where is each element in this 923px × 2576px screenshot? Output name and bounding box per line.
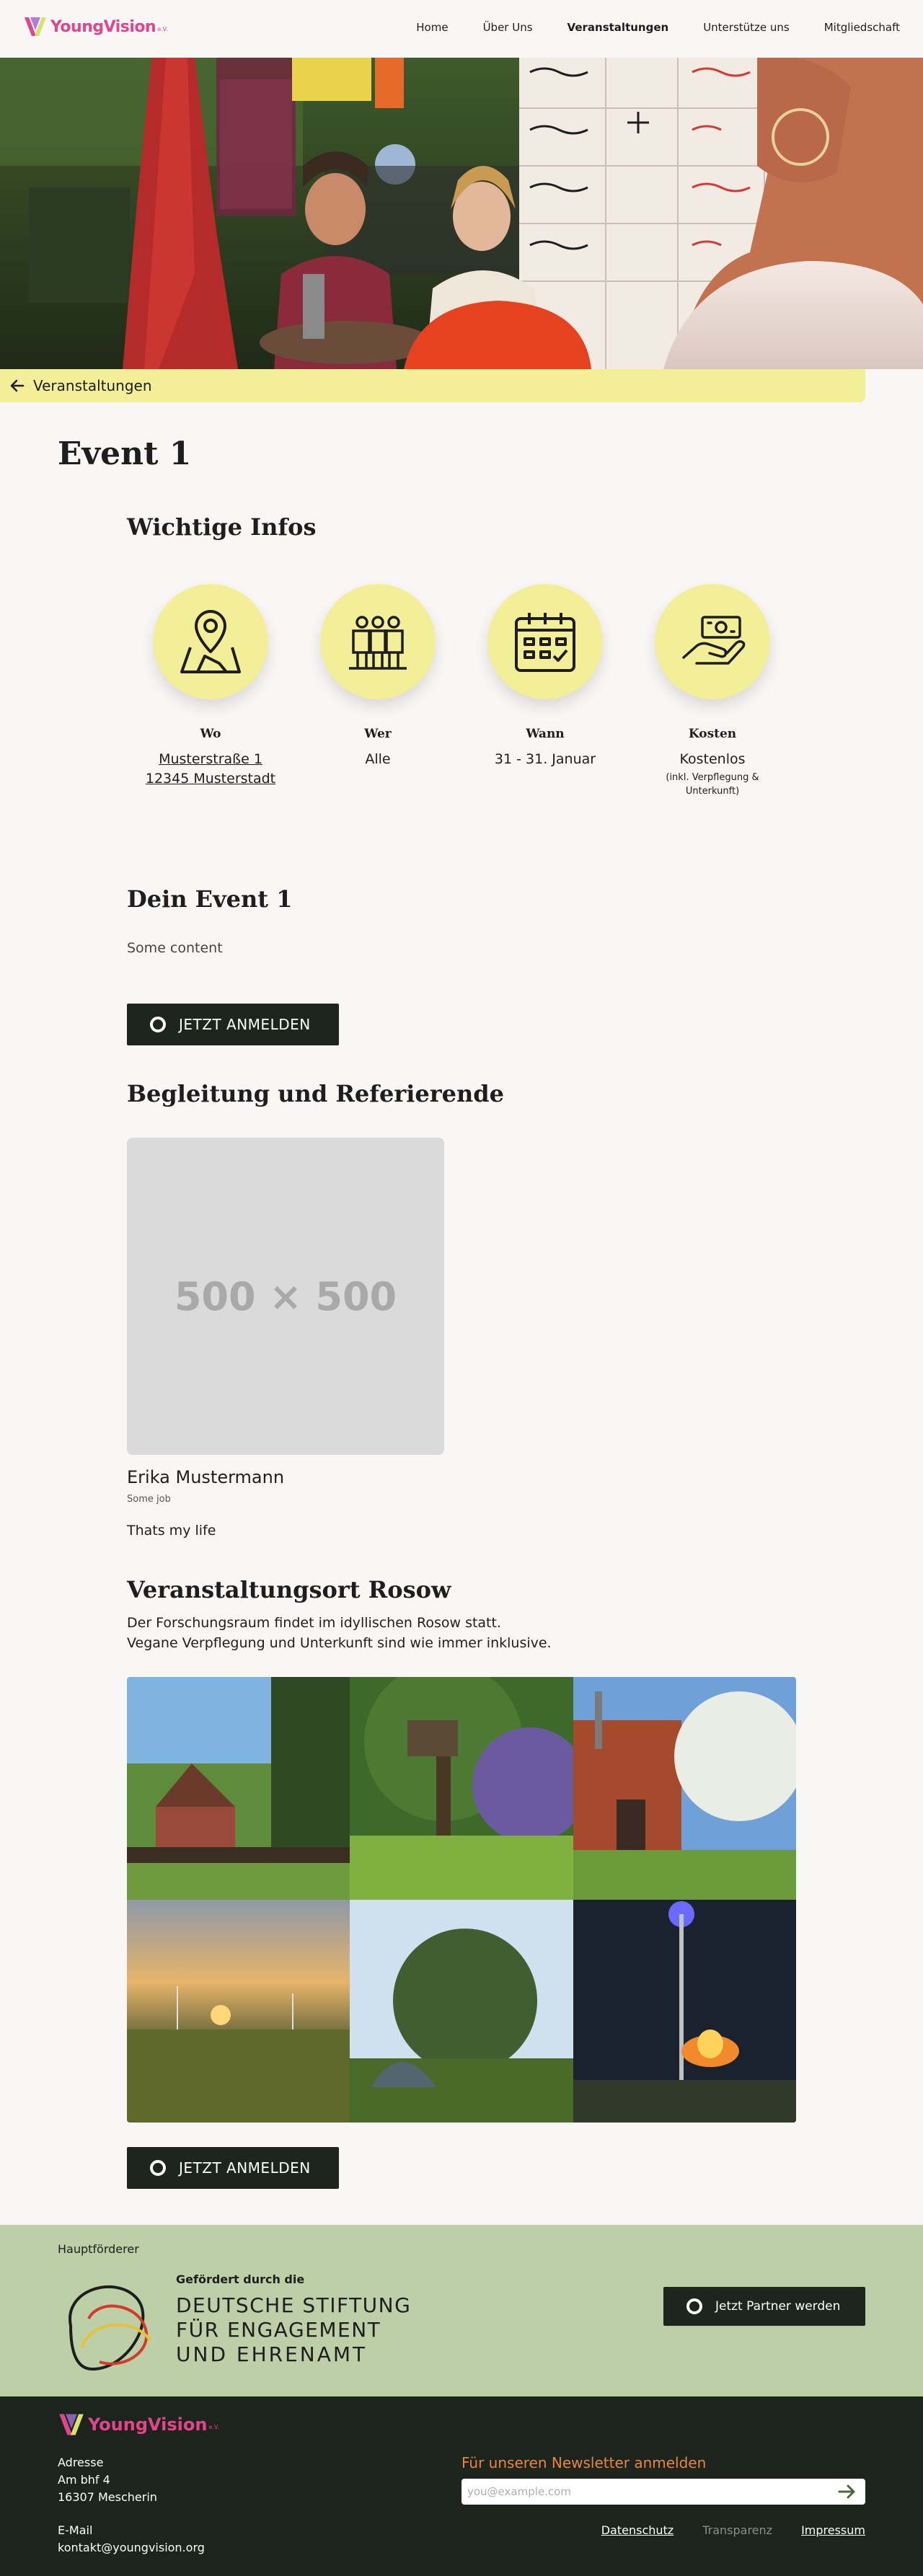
logo-wordmark: YoungVision (50, 17, 156, 36)
address-line-2: 16307 Mescherin (58, 2490, 157, 2504)
register-button-label: JETZT ANMELDEN (179, 2159, 311, 2177)
circle-icon (686, 2298, 702, 2314)
gallery-photo-barn[interactable] (573, 1677, 796, 1900)
site-logo[interactable]: YoungVision e.V. (23, 16, 168, 37)
logo-mark-icon (59, 2414, 84, 2435)
sponsor-name-line-3: UND EHRENAMT (176, 2342, 368, 2366)
person-name: Erika Mustermann (127, 1467, 285, 1487)
logo-suffix: e.V. (208, 2423, 219, 2430)
map-pin-icon (180, 610, 241, 673)
info-circle (655, 584, 770, 699)
info-title: Wann (526, 727, 565, 741)
venue-description-line-1: Der Forschungsraum findet im idyllischen… (127, 1615, 501, 1631)
info-card-when: Wann 31 - 31. Januar (462, 584, 629, 798)
footer-link-transparenz[interactable]: Transparenz (702, 2523, 772, 2537)
event-content: Some content (127, 940, 223, 956)
person-bio: Thats my life (127, 1523, 216, 1539)
person-job: Some job (127, 1494, 171, 1505)
footer-link-datenschutz[interactable]: Datenschutz (601, 2523, 674, 2537)
cost-note: (inkl. Verpflegung & Unterkunft) (666, 771, 759, 798)
sponsor-funded-by: Gefördert durch die (176, 2272, 305, 2286)
address-line-1: Musterstraße 1 (159, 751, 262, 767)
register-button-label: JETZT ANMELDEN (179, 1016, 311, 1033)
arrow-right-icon[interactable] (836, 2482, 858, 2502)
info-card-cost: Kosten Kostenlos (inkl. Verpflegung & Un… (629, 584, 796, 798)
register-button-bottom[interactable]: JETZT ANMELDEN (127, 2147, 339, 2189)
footer-link-impressum[interactable]: Impressum (801, 2523, 865, 2537)
info-card-who: Wer Alle (294, 584, 462, 798)
site-footer: YoungVision e.V. Adresse Am bhf 4 16307 … (0, 2396, 923, 2576)
address-label: Adresse (58, 2456, 104, 2469)
info-circle (487, 584, 603, 699)
info-title: Wer (364, 727, 392, 741)
sponsor-name-line-1: DEUTSCHE STIFTUNG (176, 2293, 412, 2317)
gallery-photo-campfire[interactable] (573, 1900, 796, 2123)
nav-item-ueber-uns[interactable]: Über Uns (483, 21, 533, 34)
register-button[interactable]: JETZT ANMELDEN (127, 1004, 339, 1045)
become-partner-button[interactable]: Jetzt Partner werden (663, 2287, 865, 2326)
footer-logo[interactable]: YoungVision e.V. (58, 2412, 219, 2437)
location-address-link[interactable]: Musterstraße 1 12345 Musterstadt (146, 750, 275, 789)
email-link[interactable]: kontakt@youngvision.org (58, 2541, 205, 2554)
circle-icon (150, 1017, 166, 1032)
info-value: Alle (365, 751, 391, 767)
nav-item-mitgliedschaft[interactable]: Mitgliedschaft (824, 21, 900, 34)
gallery-photo-sunset[interactable] (127, 1900, 350, 2123)
cost-note-line-2: Unterkunft) (685, 786, 740, 797)
nav-item-unterstuetze-uns[interactable]: Unterstütze uns (703, 21, 790, 34)
address-line-2: 12345 Musterstadt (145, 771, 276, 787)
info-cards: Wo Musterstraße 1 12345 Musterstadt Wer … (127, 584, 796, 798)
become-partner-label: Jetzt Partner werden (715, 2299, 841, 2314)
gallery-photo-treehouse[interactable] (350, 1677, 573, 1900)
venue-gallery (127, 1677, 796, 2123)
foundation-logo-mark (69, 2285, 151, 2371)
nav-item-veranstaltungen[interactable]: Veranstaltungen (568, 21, 669, 34)
event-heading: Dein Event 1 (127, 885, 293, 913)
back-to-events-link[interactable]: Veranstaltungen (0, 369, 865, 402)
nav-item-home[interactable]: Home (416, 21, 448, 34)
site-header: YoungVision e.V. Home Über Uns Veranstal… (0, 0, 923, 58)
hero-image (0, 58, 923, 369)
infos-heading: Wichtige Infos (127, 513, 317, 541)
info-value: 31 - 31. Januar (494, 751, 596, 767)
people-icon (349, 616, 407, 670)
circle-icon (150, 2160, 166, 2176)
info-circle (153, 584, 268, 699)
logo-mark-icon (25, 17, 46, 36)
gallery-photo-tent[interactable] (350, 1900, 573, 2123)
newsletter-email-input[interactable] (462, 2479, 865, 2505)
footer-links: Datenschutz Transparenz Impressum (573, 2523, 865, 2537)
back-link-label: Veranstaltungen (33, 377, 152, 394)
arrow-left-icon (10, 379, 25, 392)
placeholder-size-label: 500 × 500 (174, 1273, 397, 1319)
person-photo-placeholder: 500 × 500 (127, 1138, 444, 1455)
newsletter-title: Für unseren Newsletter anmelden (462, 2454, 707, 2471)
info-circle (320, 584, 436, 699)
calendar-icon (515, 613, 575, 672)
venue-description-line-2: Vegane Verpflegung und Unterkunft sind w… (127, 1635, 552, 1651)
main-nav: Home Über Uns Veranstaltungen Unterstütz… (381, 21, 900, 34)
address-line-1: Am bhf 4 (58, 2473, 110, 2487)
hero-photo (0, 58, 923, 369)
logo-suffix: e.V. (157, 25, 168, 32)
sponsor-name-line-2: FÜR ENGAGEMENT (176, 2318, 381, 2342)
email-label: E-Mail (58, 2523, 93, 2537)
sponsor-section: Hauptförderer Gefördert durch die DEUTSC… (0, 2225, 923, 2396)
gallery-photo-house[interactable] (127, 1677, 350, 1900)
page-title: Event 1 (58, 435, 192, 472)
team-heading: Begleitung und Referierende (127, 1080, 504, 1107)
info-value: Kostenlos (679, 751, 746, 767)
sponsor-caption: Hauptförderer (58, 2242, 139, 2256)
info-title: Wo (200, 727, 221, 741)
venue-heading: Veranstaltungsort Rosow (127, 1576, 451, 1603)
info-title: Kosten (688, 727, 737, 741)
cost-note-line-1: (inkl. Verpflegung & (666, 772, 759, 783)
logo-wordmark: YoungVision (88, 2415, 208, 2435)
info-card-location: Wo Musterstraße 1 12345 Musterstadt (127, 584, 294, 798)
money-hand-icon (682, 616, 746, 665)
